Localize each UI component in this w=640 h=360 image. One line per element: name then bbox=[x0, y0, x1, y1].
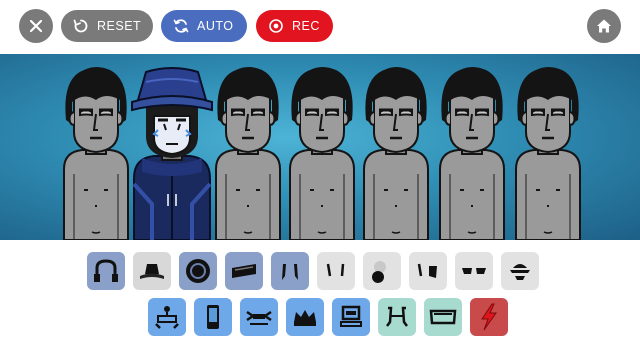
lightning-icon bbox=[481, 303, 497, 331]
earrings-icon-tile[interactable] bbox=[409, 252, 447, 290]
bucket-hat-icon bbox=[140, 264, 164, 279]
close-x-icon bbox=[29, 19, 43, 33]
app-window: RESET AUTO REC bbox=[0, 0, 640, 360]
refresh-icon bbox=[173, 19, 189, 33]
phone-icon-tile[interactable] bbox=[194, 298, 232, 336]
reset-label: RESET bbox=[97, 19, 142, 33]
cap-icon bbox=[510, 264, 530, 280]
eyebrows-icon-tile[interactable] bbox=[317, 252, 355, 290]
bucket-hat-icon-tile[interactable] bbox=[133, 252, 171, 290]
speaker-disc-icon-tile[interactable] bbox=[179, 252, 217, 290]
rec-button[interactable]: REC bbox=[256, 10, 333, 42]
stage-canvas bbox=[62, 65, 582, 240]
headphones-icon-tile[interactable] bbox=[87, 252, 125, 290]
performer-slot-1[interactable] bbox=[62, 65, 130, 240]
antenna-glasses-icon bbox=[155, 306, 179, 329]
earrings-icon bbox=[417, 263, 437, 278]
lightning-icon-tile[interactable] bbox=[470, 298, 508, 336]
eyebrows-icon bbox=[326, 263, 345, 277]
sideburns-icon bbox=[282, 264, 298, 280]
visor-icon bbox=[340, 305, 362, 327]
cap-icon-tile[interactable] bbox=[501, 252, 539, 290]
speaker-disc-icon bbox=[186, 259, 210, 283]
auto-button[interactable]: AUTO bbox=[161, 10, 247, 42]
shades-icon-tile[interactable] bbox=[424, 298, 462, 336]
crown-icon-tile[interactable] bbox=[286, 298, 324, 336]
pearl-icon bbox=[372, 261, 386, 283]
bowtie-icon-tile[interactable] bbox=[240, 298, 278, 336]
performer-slot-3[interactable] bbox=[214, 65, 282, 240]
sunglasses-icon bbox=[462, 268, 486, 274]
sunglasses-icon-tile[interactable] bbox=[455, 252, 493, 290]
record-icon bbox=[269, 19, 283, 33]
visor-icon-tile[interactable] bbox=[332, 298, 370, 336]
phone-icon bbox=[207, 305, 219, 329]
reset-button[interactable]: RESET bbox=[61, 10, 153, 42]
performer-slot-5[interactable] bbox=[362, 65, 430, 240]
bandana-icon-tile[interactable] bbox=[225, 252, 263, 290]
home-icon bbox=[597, 19, 611, 33]
performer-slot-6[interactable] bbox=[438, 65, 506, 240]
headphones-icon bbox=[94, 259, 118, 282]
pearl-icon-tile[interactable] bbox=[363, 252, 401, 290]
bowtie-icon bbox=[246, 310, 272, 325]
antenna-glasses-icon-tile[interactable] bbox=[148, 298, 186, 336]
close-button[interactable] bbox=[19, 9, 53, 43]
crown-icon bbox=[294, 310, 316, 326]
performer-slot-7[interactable] bbox=[514, 65, 582, 240]
stage bbox=[0, 54, 640, 240]
shades-icon bbox=[429, 309, 457, 325]
mask-icon-tile[interactable] bbox=[378, 298, 416, 336]
rec-label: REC bbox=[292, 19, 320, 33]
mask-icon bbox=[386, 306, 408, 327]
auto-label: AUTO bbox=[197, 19, 234, 33]
performer-slot-4[interactable] bbox=[288, 65, 356, 240]
performer-slot-2[interactable] bbox=[131, 67, 213, 240]
bandana-icon bbox=[232, 264, 256, 278]
home-button[interactable] bbox=[587, 9, 621, 43]
top-toolbar: RESET AUTO REC bbox=[0, 0, 640, 54]
restart-icon bbox=[73, 19, 88, 33]
sideburns-icon-tile[interactable] bbox=[271, 252, 309, 290]
